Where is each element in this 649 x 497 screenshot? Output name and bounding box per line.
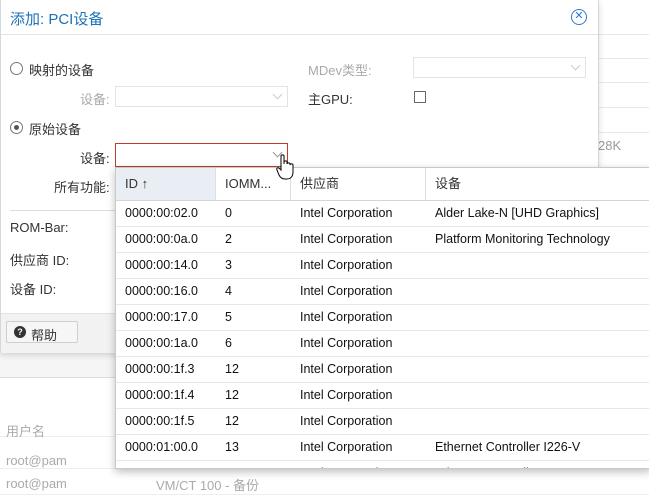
device-id-label: 设备 ID: (10, 282, 57, 297)
cell-vendor: Intel Corporation (300, 206, 393, 220)
cell-device: Ethernet Controller I226-V (435, 440, 581, 454)
cell-vendor: Intel Corporation (300, 336, 393, 350)
divider (10, 210, 120, 211)
chevron-down-icon (272, 89, 283, 100)
dialog-title: 添加: PCI设备 (10, 11, 104, 28)
grid-body: 0000:00:02.0 0 Intel Corporation Alder Lake… (116, 201, 649, 468)
cell-iommu: 13 (225, 440, 239, 454)
cell-device: Platform Monitoring Technology (435, 232, 610, 246)
question-icon: ? (14, 326, 26, 338)
primary-gpu-checkbox[interactable] (414, 91, 426, 103)
raw-device-radio[interactable] (10, 121, 23, 134)
help-button-label: 帮助 (31, 328, 58, 343)
cell-vendor: Intel Corporation (300, 258, 393, 272)
cell-device: Alder Lake-N [UHD Graphics] (435, 206, 599, 220)
cell-id: 0000:00:1a.0 (125, 336, 198, 350)
cell-iommu: 2 (225, 232, 232, 246)
cell-iommu: 12 (225, 362, 239, 376)
cell-vendor: Intel Corporation (300, 440, 393, 454)
table-row[interactable]: 0000:02:00.014Intel CorporationEthernet … (116, 461, 649, 468)
grid-header: ID ↑ IOMM... 供应商 设备 (116, 168, 649, 201)
cell-iommu: 12 (225, 388, 239, 402)
background-user-cell: root@pam (6, 453, 67, 468)
cell-iommu: 5 (225, 310, 232, 324)
cell-vendor: Intel Corporation (300, 362, 393, 376)
all-functions-label: 所有功能: (54, 180, 110, 195)
cell-iommu: 0 (225, 206, 232, 220)
cell-device (426, 383, 649, 408)
cell-vendor: Intel Corporation (300, 232, 393, 246)
mdev-type-select[interactable] (413, 57, 586, 78)
cell-vendor: Intel Corporation (300, 284, 393, 298)
cell-id: 0000:00:17.0 (125, 310, 198, 324)
background-vm-text: VM/CT 100 - 备份 (156, 478, 260, 493)
primary-gpu-label: 主GPU: (308, 92, 353, 107)
mapped-device-select[interactable] (115, 86, 288, 107)
cell-id: 0000:01:00.0 (125, 440, 198, 454)
cell-id: 0000:00:1f.3 (125, 362, 195, 376)
table-row[interactable]: 0000:01:00.0 13 Intel Corporation Ethernet … (116, 435, 649, 461)
table-row[interactable]: 0000:00:16.0 4 Intel Corporation (116, 279, 649, 305)
mapped-device-radio[interactable] (10, 62, 23, 75)
table-row[interactable]: 0000:00:1a.0 6 Intel Corporation (116, 331, 649, 357)
cell-id: 0000:02:00.0 (116, 461, 216, 468)
table-row[interactable]: 0000:00:1f.3 12 Intel Corporation (116, 357, 649, 383)
rom-bar-label: ROM-Bar: (10, 220, 69, 235)
raw-device-select[interactable] (115, 143, 288, 167)
background-size-text: 28K (598, 138, 622, 153)
mdev-type-label: MDev类型: (308, 63, 372, 78)
cell-vendor: Intel Corporation (300, 414, 393, 428)
cell-id: 0000:00:0a.0 (125, 232, 198, 246)
cell-id: 0000:00:16.0 (125, 284, 198, 298)
chevron-down-icon (570, 60, 581, 71)
column-header-vendor[interactable]: 供应商 (291, 168, 426, 200)
cell-id: 0000:00:14.0 (125, 258, 198, 272)
background-user-column-header: 用户名 (6, 424, 46, 439)
dialog-header: 添加: PCI设备 ✕ (1, 0, 598, 35)
table-row[interactable]: 0000:00:14.0 3 Intel Corporation (116, 253, 649, 279)
table-row[interactable]: 0000:00:1f.5 12 Intel Corporation (116, 409, 649, 435)
background-user-cell: root@pam (6, 476, 67, 491)
cell-vendor: Intel Corporation (300, 310, 393, 324)
cell-device (426, 305, 649, 330)
mapped-device-label: 映射的设备 (29, 63, 95, 78)
table-row[interactable]: 0000:00:0a.0 2 Intel Corporation Platform M… (116, 227, 649, 253)
raw-device-label: 原始设备 (29, 122, 82, 137)
cell-device: Ethernet Controller I226-V (426, 461, 649, 468)
column-header-device[interactable]: 设备 (426, 168, 649, 200)
cell-device (426, 279, 649, 304)
pci-device-dropdown-grid[interactable]: ID ↑ IOMM... 供应商 设备 0000:00:02.0 0 Intel C… (115, 167, 649, 469)
cell-vendor: Intel Corporation (291, 461, 426, 468)
table-row[interactable]: 0000:00:02.0 0 Intel Corporation Alder Lake… (116, 201, 649, 227)
table-row[interactable]: 0000:00:17.0 5 Intel Corporation (116, 305, 649, 331)
column-header-id[interactable]: ID ↑ (116, 168, 216, 200)
cell-iommu: 14 (216, 461, 291, 468)
cell-id: 0000:00:1f.4 (125, 388, 195, 402)
cell-iommu: 6 (225, 336, 232, 350)
table-row[interactable]: 0000:00:1f.4 12 Intel Corporation (116, 383, 649, 409)
cell-iommu: 12 (225, 414, 239, 428)
cell-device (426, 409, 649, 434)
cell-iommu: 4 (225, 284, 232, 298)
close-icon[interactable]: ✕ (571, 9, 587, 25)
cell-id: 0000:00:1f.5 (125, 414, 195, 428)
mapped-device-field-label: 设备: (80, 92, 110, 107)
cell-vendor: Intel Corporation (300, 388, 393, 402)
hand-cursor-icon (276, 154, 294, 180)
vendor-id-label: 供应商 ID: (10, 253, 70, 268)
cell-device (426, 253, 649, 278)
help-button[interactable]: ? 帮助 (6, 321, 78, 343)
cell-device (426, 357, 649, 382)
cell-device (426, 331, 649, 356)
cell-iommu: 3 (225, 258, 232, 272)
cell-id: 0000:00:02.0 (125, 206, 198, 220)
raw-device-field-label: 设备: (80, 151, 110, 166)
